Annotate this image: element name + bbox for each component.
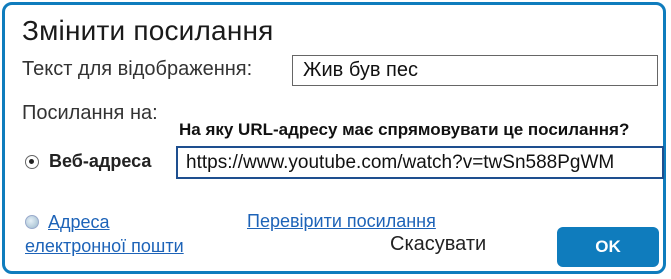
- ok-button[interactable]: OK: [557, 227, 659, 267]
- url-input[interactable]: https://www.youtube.com/watch?v=twSn588P…: [176, 146, 664, 179]
- email-address-label-line2[interactable]: електронної пошти: [25, 234, 184, 258]
- display-text-label: Текст для відображення:: [22, 58, 253, 80]
- link-to-label: Посилання на:: [22, 102, 158, 124]
- display-text-input[interactable]: Жив був пес: [292, 55, 658, 86]
- dialog-title: Змінити посилання: [22, 15, 274, 46]
- email-address-option[interactable]: Адреса електронної пошти: [25, 210, 184, 258]
- web-address-label[interactable]: Веб-адреса: [49, 151, 151, 172]
- test-link[interactable]: Перевірити посилання: [247, 211, 436, 232]
- edit-link-dialog: Змінити посилання Текст для відображення…: [2, 2, 666, 274]
- cancel-button[interactable]: Скасувати: [390, 233, 486, 256]
- url-question-label: На яку URL-адресу має спрямовувати це по…: [179, 120, 630, 139]
- email-address-label-line1[interactable]: Адреса: [25, 210, 184, 234]
- web-address-radio-icon[interactable]: [25, 155, 39, 169]
